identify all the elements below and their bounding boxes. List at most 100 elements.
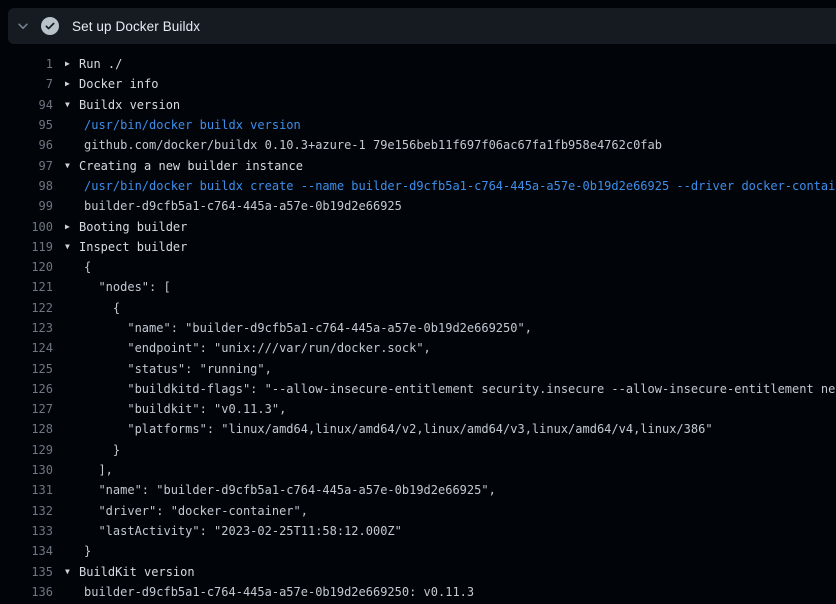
log-line-content: "nodes": [ — [65, 280, 171, 294]
log-output-text: builder-d9cfb5a1-c764-445a-a57e-0b19d2e6… — [65, 585, 474, 599]
log-line-content: { — [65, 260, 91, 274]
log-line: 122 { — [0, 298, 836, 318]
log-line: 98 /usr/bin/docker buildx create --name … — [0, 176, 836, 196]
log-line-content: { — [65, 301, 120, 315]
log-line: 128 "platforms": "linux/amd64,linux/amd6… — [0, 419, 836, 439]
log-line-content: "status": "running", — [65, 362, 272, 376]
log-line: 119 ▼Inspect builder — [0, 237, 836, 257]
line-number[interactable]: 136 — [0, 585, 53, 599]
log-group-expanded[interactable]: ▼Creating a new builder instance — [65, 159, 303, 173]
log-line-content: builder-d9cfb5a1-c764-445a-a57e-0b19d2e6… — [65, 199, 402, 213]
log-line: 131 "name": "builder-d9cfb5a1-c764-445a-… — [0, 480, 836, 500]
line-number[interactable]: 131 — [0, 483, 53, 497]
log-line-content: } — [65, 544, 91, 558]
log-line: 1 ▶Run ./ — [0, 54, 836, 74]
log-output-text: "nodes": [ — [65, 280, 171, 294]
line-number[interactable]: 125 — [0, 362, 53, 376]
log-group-collapsed[interactable]: ▶Booting builder — [65, 220, 187, 234]
log-output-text: } — [65, 544, 91, 558]
line-number[interactable]: 134 — [0, 544, 53, 558]
line-number[interactable]: 135 — [0, 565, 53, 579]
line-number[interactable]: 122 — [0, 301, 53, 315]
log-command-text: /usr/bin/docker buildx create --name bui… — [65, 179, 836, 193]
line-number[interactable]: 99 — [0, 199, 53, 213]
log-line-content: "name": "builder-d9cfb5a1-c764-445a-a57e… — [65, 483, 496, 497]
log-line: 125 "status": "running", — [0, 358, 836, 378]
line-number[interactable]: 133 — [0, 524, 53, 538]
line-number[interactable]: 94 — [0, 98, 53, 112]
log-line-content: "buildkit": "v0.11.3", — [65, 402, 286, 416]
line-number[interactable]: 123 — [0, 321, 53, 335]
line-number[interactable]: 128 — [0, 422, 53, 436]
log-output-text: "platforms": "linux/amd64,linux/amd64/v2… — [65, 422, 713, 436]
log-line: 7 ▶Docker info — [0, 74, 836, 94]
log-group-label: Inspect builder — [79, 240, 187, 254]
log-group-collapsed[interactable]: ▶Run ./ — [65, 57, 122, 71]
log-line: 133 "lastActivity": "2023-02-25T11:58:12… — [0, 521, 836, 541]
line-number[interactable]: 100 — [0, 220, 53, 234]
step-title: Set up Docker Buildx — [72, 19, 200, 34]
log-group-label: Run ./ — [79, 57, 122, 71]
log-output-text: ], — [65, 463, 113, 477]
line-number[interactable]: 97 — [0, 159, 53, 173]
log-group-label: Booting builder — [79, 220, 187, 234]
line-number[interactable]: 119 — [0, 240, 53, 254]
log-group-collapsed[interactable]: ▶Docker info — [65, 77, 158, 91]
log-line-content: /usr/bin/docker buildx create --name bui… — [65, 179, 836, 193]
log-output-text: "lastActivity": "2023-02-25T11:58:12.000… — [65, 524, 402, 538]
log-line: 100 ▶Booting builder — [0, 216, 836, 236]
line-number[interactable]: 98 — [0, 179, 53, 193]
line-number[interactable]: 1 — [0, 57, 53, 71]
log-line: 134 } — [0, 541, 836, 561]
log-output-text: "status": "running", — [65, 362, 272, 376]
log-line: 123 "name": "builder-d9cfb5a1-c764-445a-… — [0, 318, 836, 338]
log-group-expanded[interactable]: ▼BuildKit version — [65, 565, 195, 579]
log-line: 127 "buildkit": "v0.11.3", — [0, 399, 836, 419]
triangle-down-icon: ▼ — [65, 162, 79, 170]
log-line: 129 } — [0, 440, 836, 460]
line-number[interactable]: 121 — [0, 280, 53, 294]
log-output-text: { — [65, 260, 91, 274]
line-number[interactable]: 124 — [0, 341, 53, 355]
line-number[interactable]: 120 — [0, 260, 53, 274]
line-number[interactable]: 7 — [0, 77, 53, 91]
log-line-content: "endpoint": "unix:///var/run/docker.sock… — [65, 341, 431, 355]
log-line: 126 "buildkitd-flags": "--allow-insecure… — [0, 379, 836, 399]
log-line: 136 builder-d9cfb5a1-c764-445a-a57e-0b19… — [0, 582, 836, 602]
log-group-label: Buildx version — [79, 98, 180, 112]
log-line-content: "driver": "docker-container", — [65, 504, 308, 518]
log-line: 96 github.com/docker/buildx 0.10.3+azure… — [0, 135, 836, 155]
log-viewer: 1 ▶Run ./ 7 ▶Docker info 94 ▼Buildx vers… — [0, 44, 836, 602]
log-group-label: Docker info — [79, 77, 158, 91]
log-group-expanded[interactable]: ▼Buildx version — [65, 98, 180, 112]
check-circle-icon — [41, 17, 59, 35]
line-number[interactable]: 126 — [0, 382, 53, 396]
log-output-text: "driver": "docker-container", — [65, 504, 308, 518]
triangle-down-icon: ▼ — [65, 101, 79, 109]
log-line: 130 ], — [0, 460, 836, 480]
log-group-label: Creating a new builder instance — [79, 159, 303, 173]
triangle-down-icon: ▼ — [65, 568, 79, 576]
log-group-expanded[interactable]: ▼Inspect builder — [65, 240, 187, 254]
log-command-text: /usr/bin/docker buildx version — [65, 118, 301, 132]
log-group-label: BuildKit version — [79, 565, 195, 579]
line-number[interactable]: 95 — [0, 118, 53, 132]
log-line: 121 "nodes": [ — [0, 277, 836, 297]
log-line-content: github.com/docker/buildx 0.10.3+azure-1 … — [65, 138, 662, 152]
log-output-text: "buildkit": "v0.11.3", — [65, 402, 286, 416]
log-output-text: github.com/docker/buildx 0.10.3+azure-1 … — [65, 138, 662, 152]
line-number[interactable]: 129 — [0, 443, 53, 457]
log-line: 99 builder-d9cfb5a1-c764-445a-a57e-0b19d… — [0, 196, 836, 216]
line-number[interactable]: 132 — [0, 504, 53, 518]
log-line-content: "name": "builder-d9cfb5a1-c764-445a-a57e… — [65, 321, 532, 335]
log-line-content: /usr/bin/docker buildx version — [65, 118, 301, 132]
triangle-right-icon: ▶ — [65, 80, 79, 88]
line-number[interactable]: 127 — [0, 402, 53, 416]
line-number[interactable]: 130 — [0, 463, 53, 477]
log-output-text: "endpoint": "unix:///var/run/docker.sock… — [65, 341, 431, 355]
triangle-down-icon: ▼ — [65, 243, 79, 251]
step-header[interactable]: Set up Docker Buildx — [8, 8, 836, 44]
log-line: 97 ▼Creating a new builder instance — [0, 155, 836, 175]
line-number[interactable]: 96 — [0, 138, 53, 152]
chevron-down-icon[interactable] — [16, 19, 30, 33]
